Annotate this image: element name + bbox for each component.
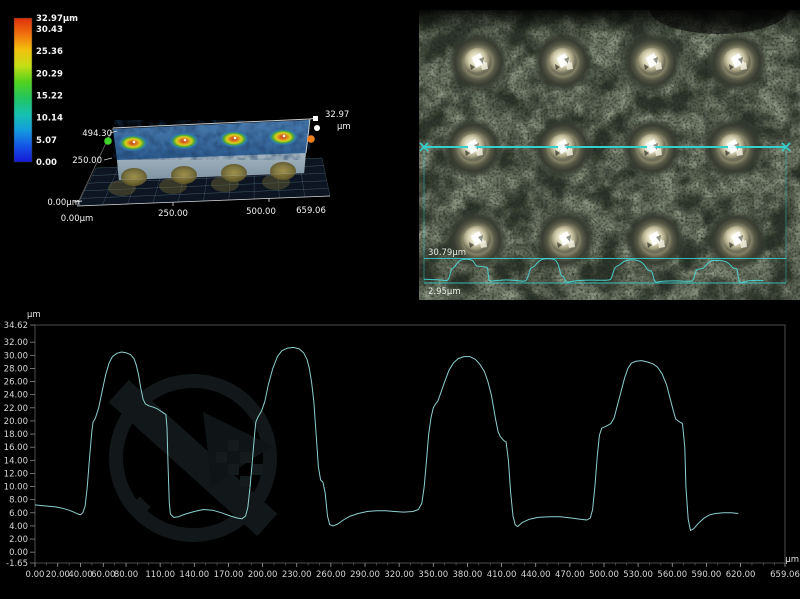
x-axis-label-250: 250.00 bbox=[158, 209, 188, 219]
x-tick-label: 470.00 bbox=[555, 570, 585, 580]
inset-min-label: 2.95µm bbox=[428, 287, 461, 297]
x-axis-label-500: 500.00 bbox=[246, 207, 276, 217]
x-tick-label: 170.00 bbox=[214, 570, 244, 580]
x-tick-label: 80.00 bbox=[114, 570, 138, 580]
x-tick-label: 620.00 bbox=[726, 570, 756, 580]
x-axis-unit-label: µm bbox=[785, 555, 799, 565]
x-tick-label: 560.00 bbox=[657, 570, 687, 580]
solder-bump bbox=[534, 209, 596, 271]
x-tick-label: 140.00 bbox=[179, 570, 209, 580]
x-tick-label: 350.00 bbox=[418, 570, 448, 580]
profile-left-end-marker[interactable] bbox=[104, 137, 112, 145]
y-tick-label: 24.00 bbox=[4, 391, 28, 401]
solder-bump bbox=[532, 31, 594, 93]
x-tick-label: 530.00 bbox=[623, 570, 653, 580]
y-tick-label: 16.00 bbox=[4, 443, 28, 453]
y-tick-label: 20.00 bbox=[4, 417, 28, 427]
x-tick-label: 60.00 bbox=[91, 570, 115, 580]
colorbar-label: 25.36 bbox=[36, 47, 63, 57]
y-tick-label: 8.00 bbox=[9, 496, 28, 506]
colorbar-label: 15.22 bbox=[36, 92, 63, 102]
y-axis-unit-label: µm bbox=[27, 310, 41, 320]
height-max-marker bbox=[313, 116, 318, 121]
colorbar-label: 5.07 bbox=[36, 136, 57, 146]
x-tick-label: 40.00 bbox=[68, 570, 92, 580]
solder-bump bbox=[447, 31, 509, 93]
x-tick-label: 320.00 bbox=[384, 570, 414, 580]
solder-bump bbox=[706, 31, 768, 93]
y-tick-label: 0.00 bbox=[9, 548, 28, 558]
x-tick-label: 230.00 bbox=[282, 570, 312, 580]
x-tick-label: 260.00 bbox=[316, 570, 346, 580]
y-tick-label: 34.62 bbox=[4, 321, 28, 331]
x-axis-ticks: 0.0020.0040.0060.0080.00 110.00 140.00 170.… bbox=[26, 563, 800, 580]
x-tick-label: 20.00 bbox=[46, 570, 70, 580]
y-tick-label: 12.00 bbox=[4, 469, 28, 479]
watermark-logo bbox=[109, 380, 278, 536]
y-tick-label: 6.00 bbox=[9, 509, 28, 519]
x-tick-label: 500.00 bbox=[589, 570, 619, 580]
y-tick-label: 28.00 bbox=[4, 364, 28, 374]
height-unit-label: µm bbox=[337, 122, 351, 132]
top-end-marker[interactable] bbox=[314, 125, 320, 131]
microscope-image-view[interactable]: 30.79µm 2.95µm bbox=[419, 0, 800, 300]
colorbar-label: 20.29 bbox=[36, 69, 63, 79]
profile-right-end-marker[interactable] bbox=[307, 135, 315, 143]
z-axis-label-zero: 0.00µm bbox=[47, 198, 80, 208]
y-tick-label: 4.00 bbox=[9, 522, 28, 532]
y-tick-label: 10.00 bbox=[4, 483, 28, 493]
colorbar-label: 10.14 bbox=[36, 114, 63, 124]
x-tick-label: 110.00 bbox=[145, 570, 175, 580]
x-tick-label: 380.00 bbox=[453, 570, 483, 580]
height-colorbar: 32.97µm30.43 25.36 20.29 15.22 10.14 5.07 0.00 bbox=[14, 14, 78, 168]
inset-max-label: 30.79µm bbox=[428, 248, 466, 258]
x-axis-label-659: 659.06 bbox=[296, 206, 326, 216]
profile-chart: µm µm 34.62 32.00 30.00 28.00 26.00 24.00 22.0… bbox=[0, 300, 800, 599]
y-axis-ticks: 34.62 32.00 30.00 28.00 26.00 24.00 22.00 20.00… bbox=[4, 321, 35, 569]
x-tick-label: 290.00 bbox=[350, 570, 380, 580]
x-tick-label: 590.00 bbox=[692, 570, 722, 580]
surface-3d-scene: 494.30 250.00 0.00µm 0.00µm 250.00 500.0… bbox=[47, 110, 350, 224]
height-max-label: 32.97 bbox=[325, 110, 349, 120]
x-tick-label: 200.00 bbox=[248, 570, 278, 580]
x-tick-label: 410.00 bbox=[487, 570, 517, 580]
x-axis-label-0: 0.00µm bbox=[61, 214, 94, 224]
x-tick-label: 440.00 bbox=[521, 570, 551, 580]
x-tick-label: 0.00 bbox=[26, 570, 45, 580]
solder-bump bbox=[446, 209, 508, 271]
analysis-app-root: 32.97µm30.4325.3620.2915.2210.145.070.00 bbox=[0, 0, 800, 599]
colorbar-label: 0.00 bbox=[36, 158, 57, 168]
y-tick-label: 18.00 bbox=[4, 430, 28, 440]
solder-bump bbox=[624, 209, 686, 271]
solder-bump bbox=[621, 31, 683, 93]
colorbar-label: 32.97µm bbox=[36, 14, 78, 24]
solder-bump bbox=[706, 209, 768, 271]
y-tick-label: 30.00 bbox=[4, 351, 28, 361]
y-tick-label: -1.65 bbox=[6, 559, 28, 569]
y-tick-label: 14.00 bbox=[4, 456, 28, 466]
z-axis-label-mid: 250.00 bbox=[72, 156, 102, 166]
y-tick-label: 32.00 bbox=[4, 338, 28, 348]
surface-3d-view[interactable]: 32.97µm30.4325.3620.2915.2210.145.070.00 bbox=[0, 0, 419, 300]
y-tick-label: 26.00 bbox=[4, 378, 28, 388]
x-tick-label: 659.06 bbox=[770, 570, 800, 580]
y-tick-label: 2.00 bbox=[9, 535, 28, 545]
y-tick-label: 22.00 bbox=[4, 404, 28, 414]
colorbar-label: 30.43 bbox=[36, 25, 63, 35]
